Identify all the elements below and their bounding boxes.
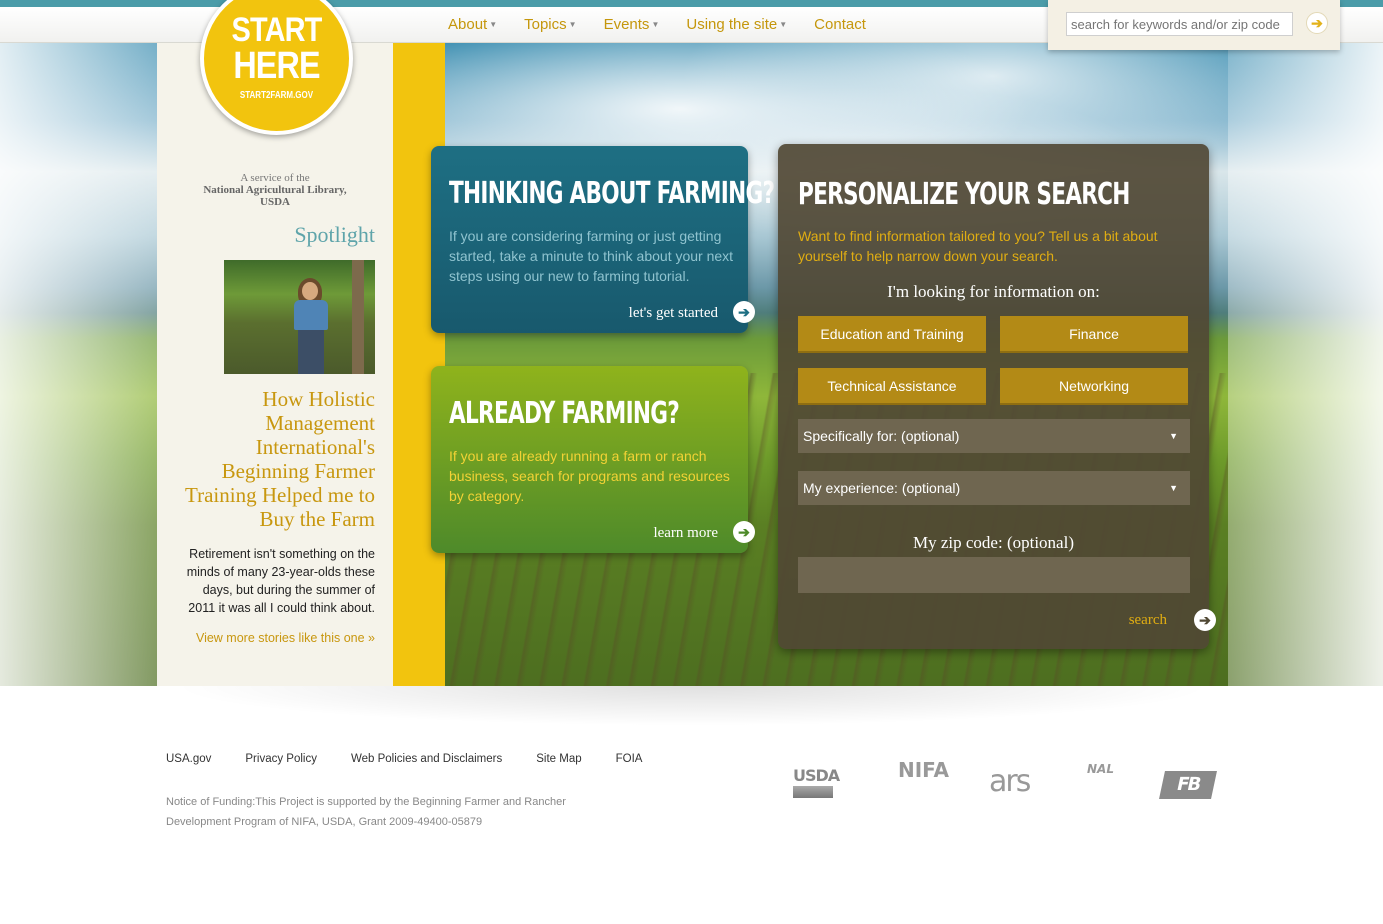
spotlight-text: Retirement isn't something on the minds … (186, 547, 375, 615)
usda-logo-text: USDA (793, 766, 840, 785)
arrow-right-icon[interactable]: ➔ (1306, 12, 1328, 34)
arrow-right-icon[interactable]: ➔ (733, 301, 755, 323)
logo-text-here: HERE (233, 45, 320, 87)
experience-select[interactable]: My experience: (optional) ▼ (798, 471, 1190, 505)
looking-for-label: I'm looking for information on: (887, 282, 1100, 301)
finance-button[interactable]: Finance (1000, 316, 1188, 353)
nav-label: Contact (814, 16, 866, 33)
lets-get-started-link[interactable]: let's get started (629, 305, 718, 322)
education-and-training-button[interactable]: Education and Training (798, 316, 986, 353)
footer-link-site-map[interactable]: Site Map (536, 753, 581, 765)
nav-label: About (448, 16, 488, 33)
logo-text-start: START (231, 11, 323, 49)
already-farming-card: ALREADY FARMING? If you are already runn… (431, 366, 748, 553)
footer-link-privacy-policy[interactable]: Privacy Policy (245, 753, 317, 765)
nav-item-topics[interactable]: Topics ▼ (524, 16, 576, 33)
dropdown-arrow-icon: ▼ (1169, 431, 1178, 441)
service-line: USDA (260, 196, 290, 208)
usda-logo[interactable]: USDA (793, 766, 840, 798)
caret-down-icon: ▼ (489, 20, 498, 29)
card-description: If you are considering farming or just g… (449, 228, 734, 284)
dropdown-arrow-icon: ▼ (1169, 483, 1178, 493)
person-shirt (294, 300, 328, 330)
fence-post (352, 260, 364, 374)
caret-down-icon: ▼ (779, 20, 788, 29)
spotlight-headline[interactable]: How Holistic Management International's … (170, 387, 375, 531)
footer-link-foia[interactable]: FOIA (616, 753, 643, 765)
card-description: If you are already running a farm or ran… (449, 448, 730, 504)
nifa-logo[interactable]: NIFA (898, 758, 949, 782)
nal-logo[interactable]: NAL (1087, 762, 1114, 776)
spotlight-image[interactable] (224, 260, 375, 374)
arrow-right-icon[interactable]: ➔ (1194, 609, 1216, 631)
nav-item-events[interactable]: Events ▼ (604, 16, 660, 33)
search-panel: ➔ (1048, 0, 1340, 50)
nav-label: Using the site (686, 16, 778, 33)
search-link[interactable]: search (1129, 612, 1167, 629)
fb-logo-text: FB (1174, 774, 1202, 795)
zip-code-input[interactable] (798, 557, 1190, 593)
service-line: National Agricultural Library, (203, 184, 347, 196)
select-value: Specifically for: (optional) (803, 428, 960, 444)
zip-code-label: My zip code: (optional) (913, 533, 1074, 552)
funding-notice: Notice of Funding:This Project is suppor… (166, 796, 566, 828)
learn-more-link[interactable]: learn more (653, 525, 718, 542)
person-pants (298, 330, 324, 374)
hero-fade-left (0, 43, 157, 686)
nal-logo-text: NAL (1087, 762, 1114, 776)
technical-assistance-button[interactable]: Technical Assistance (798, 368, 986, 405)
personalize-search-panel: PERSONALIZE YOUR SEARCH Want to find inf… (778, 144, 1209, 649)
nav-item-contact[interactable]: Contact (814, 16, 866, 33)
footer-link-usagov[interactable]: USA.gov (166, 753, 211, 765)
ars-logo-text: ars (989, 764, 1031, 799)
arrow-right-icon[interactable]: ➔ (733, 521, 755, 543)
ars-logo[interactable]: ars (989, 764, 1031, 799)
networking-button[interactable]: Networking (1000, 368, 1188, 405)
nav-item-using-the-site[interactable]: Using the site ▼ (686, 16, 787, 33)
card-title: ALREADY FARMING? (449, 396, 680, 431)
specifically-for-select[interactable]: Specifically for: (optional) ▼ (798, 419, 1190, 453)
spotlight-title: Spotlight (294, 222, 375, 247)
content-shadow (170, 686, 1215, 726)
card-title: THINKING ABOUT FARMING? (449, 176, 775, 211)
hero-fade-right (1228, 43, 1383, 686)
yellow-divider (393, 43, 445, 686)
caret-down-icon: ▼ (651, 20, 660, 29)
nav-item-about[interactable]: About ▼ (448, 16, 497, 33)
nifa-logo-text: NIFA (898, 758, 950, 782)
nav-label: Topics (524, 16, 567, 33)
thinking-about-farming-card: THINKING ABOUT FARMING? If you are consi… (431, 146, 775, 333)
fb-logo[interactable]: FB (1159, 771, 1217, 799)
view-more-stories-link[interactable]: View more stories like this one » (180, 631, 375, 645)
person-head (302, 282, 318, 300)
search-input[interactable] (1066, 12, 1293, 36)
footer-links: USA.gov Privacy Policy Web Policies and … (166, 753, 676, 765)
nav-label: Events (603, 16, 650, 33)
service-credit: A service of the National Agricultural L… (170, 172, 380, 208)
usda-logo-bar (793, 786, 833, 798)
select-value: My experience: (optional) (803, 480, 961, 496)
logo-text-domain: START2FARM.GOV (239, 90, 314, 101)
service-line: A service of the (240, 172, 310, 184)
caret-down-icon: ▼ (568, 20, 577, 29)
panel-description: Want to find information tailored to you… (798, 228, 1158, 264)
footer-link-web-policies[interactable]: Web Policies and Disclaimers (351, 753, 502, 765)
panel-title: PERSONALIZE YOUR SEARCH (798, 177, 1130, 212)
main-nav: About ▼ Topics ▼ Events ▼ Using the site ▼ C… (448, 16, 893, 33)
